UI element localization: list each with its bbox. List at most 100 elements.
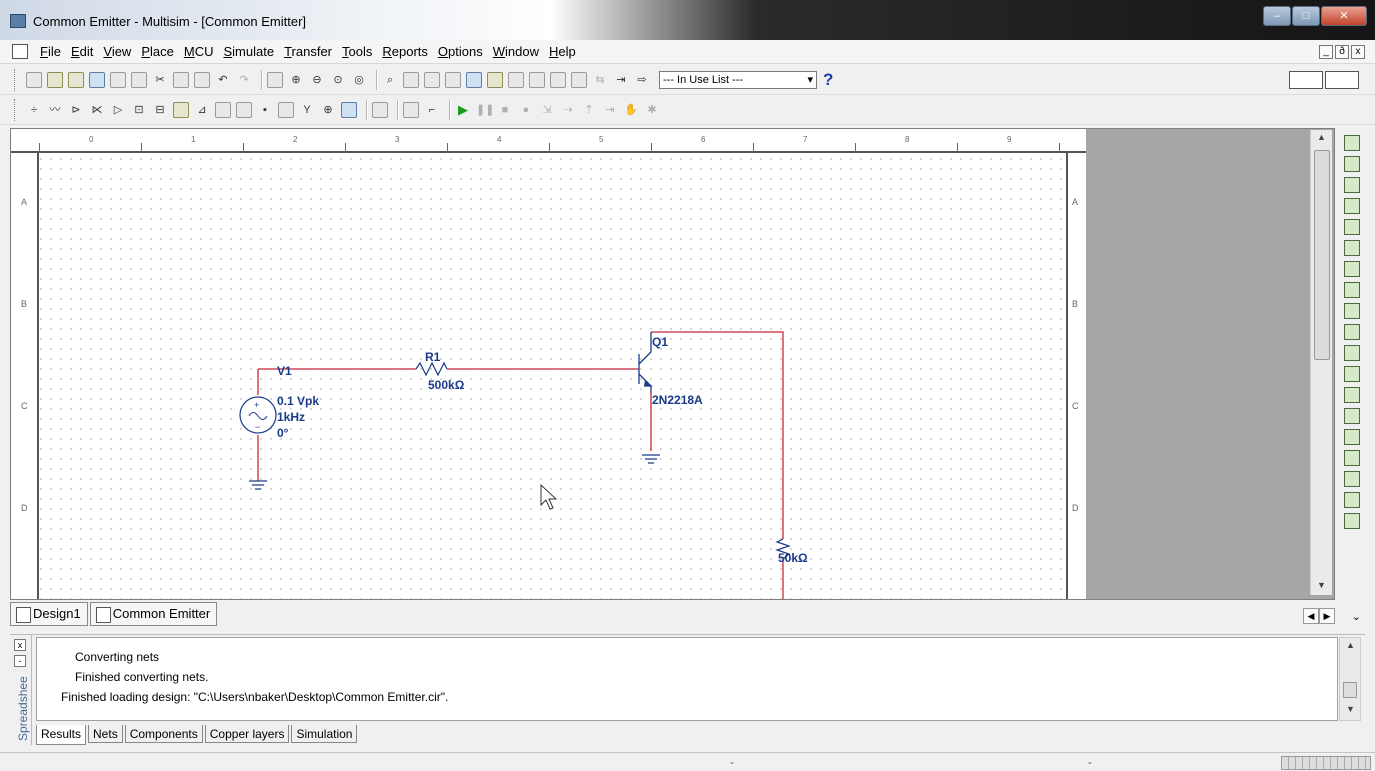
- tab-simulation[interactable]: Simulation: [291, 725, 358, 743]
- toggle-breakpoint-icon[interactable]: ✋: [623, 102, 639, 118]
- menu-mcu[interactable]: MCU: [184, 44, 214, 59]
- word-generator-icon[interactable]: [1344, 282, 1360, 298]
- wire-q1-collector[interactable]: [651, 331, 784, 539]
- logic-converter-icon[interactable]: [1344, 324, 1360, 340]
- agilent-multimeter-icon[interactable]: [1344, 450, 1360, 466]
- run-to-cursor-icon[interactable]: ⇥: [602, 102, 618, 118]
- v1-label[interactable]: V1: [277, 364, 292, 378]
- print-preview-icon[interactable]: [131, 72, 147, 88]
- menu-view[interactable]: View: [103, 44, 131, 59]
- resize-grip[interactable]: [1281, 756, 1371, 770]
- place-electromechanical-icon[interactable]: ⊕: [320, 102, 336, 118]
- logic-analyzer-icon[interactable]: [1344, 303, 1360, 319]
- tektronix-oscilloscope-icon[interactable]: [1344, 492, 1360, 508]
- redo-icon[interactable]: ↷: [236, 72, 252, 88]
- database-manager-icon[interactable]: [466, 72, 482, 88]
- function-generator-icon[interactable]: [1344, 156, 1360, 172]
- place-cmos-icon[interactable]: ⊟: [152, 102, 168, 118]
- open-sample-icon[interactable]: [68, 72, 84, 88]
- menu-file[interactable]: File: [40, 44, 61, 59]
- run-simulation-icon[interactable]: ▶: [455, 102, 471, 118]
- place-analog-icon[interactable]: ▷: [110, 102, 126, 118]
- place-source-icon[interactable]: ÷: [26, 102, 42, 118]
- distortion-analyzer-icon[interactable]: [1344, 366, 1360, 382]
- pin-icon[interactable]: -: [14, 655, 26, 667]
- document-icon[interactable]: [12, 44, 28, 59]
- ground-icon[interactable]: [249, 480, 267, 490]
- place-indicator-icon[interactable]: [215, 102, 231, 118]
- oscilloscope-icon[interactable]: [1344, 198, 1360, 214]
- spectrum-analyzer-icon[interactable]: [1344, 387, 1360, 403]
- search-icon[interactable]: ⌕: [382, 72, 398, 88]
- place-bus-icon[interactable]: [403, 102, 419, 118]
- erc-icon[interactable]: [550, 72, 566, 88]
- iv-analyzer-icon[interactable]: [1344, 345, 1360, 361]
- minimize-button[interactable]: –: [1263, 6, 1291, 26]
- mdi-close-button[interactable]: x: [1351, 45, 1365, 59]
- bode-plotter-icon[interactable]: [1344, 240, 1360, 256]
- place-hierarchical-block-icon[interactable]: [372, 102, 388, 118]
- capture-screen-icon[interactable]: [571, 72, 587, 88]
- scroll-down-icon[interactable]: ▼: [1317, 580, 1326, 590]
- r2-value-label[interactable]: 50kΩ: [778, 551, 808, 565]
- mdi-minimize-button[interactable]: _: [1319, 45, 1333, 59]
- place-basic-icon[interactable]: 〰: [47, 102, 63, 118]
- menu-tools[interactable]: Tools: [342, 44, 372, 59]
- scrollbar-thumb[interactable]: [1343, 682, 1357, 698]
- step-over-icon[interactable]: ⇢: [560, 102, 576, 118]
- menu-place[interactable]: Place: [141, 44, 174, 59]
- zoom-in-icon[interactable]: ⊕: [288, 72, 304, 88]
- save-icon[interactable]: [89, 72, 105, 88]
- design-toolbox-icon[interactable]: [403, 72, 419, 88]
- place-diode-icon[interactable]: ⊳: [68, 102, 84, 118]
- tab-components[interactable]: Components: [124, 725, 203, 743]
- postprocessor-icon[interactable]: [487, 72, 503, 88]
- menu-transfer[interactable]: Transfer: [284, 44, 332, 59]
- grid-icon[interactable]: [445, 72, 461, 88]
- tab-design1[interactable]: Design1: [10, 602, 88, 626]
- print-icon[interactable]: [110, 72, 126, 88]
- remove-breakpoints-icon[interactable]: ✱: [644, 102, 660, 118]
- probe-settings-icon[interactable]: [1325, 71, 1359, 89]
- new-file-icon[interactable]: [26, 72, 42, 88]
- four-channel-oscilloscope-icon[interactable]: [1344, 219, 1360, 235]
- wattmeter-icon[interactable]: [1344, 177, 1360, 193]
- zoom-out-icon[interactable]: ⊖: [309, 72, 325, 88]
- scroll-up-icon[interactable]: ▲: [1317, 132, 1326, 142]
- v1-amplitude-label[interactable]: 0.1 Vpk: [277, 394, 319, 408]
- chevron-down-icon[interactable]: ⌄: [1352, 610, 1361, 623]
- r1-value-label[interactable]: 500kΩ: [428, 378, 465, 392]
- frequency-counter-icon[interactable]: [1344, 261, 1360, 277]
- forward-annotate-icon[interactable]: ⇥: [613, 72, 629, 88]
- place-advanced-peripherals-icon[interactable]: [278, 102, 294, 118]
- open-folder-icon[interactable]: [47, 72, 63, 88]
- paste-icon[interactable]: [194, 72, 210, 88]
- tab-scroll-right-icon[interactable]: ▶: [1319, 608, 1335, 624]
- place-mcu-icon[interactable]: [341, 102, 357, 118]
- results-scrollbar[interactable]: ▲ ▼: [1339, 637, 1361, 721]
- in-use-list-dropdown[interactable]: --- In Use List ---: [659, 71, 817, 89]
- workspace-vertical-scrollbar[interactable]: ▲ ▼: [1310, 130, 1332, 595]
- results-panel[interactable]: Converting nets Finished converting nets…: [36, 637, 1361, 721]
- menu-edit[interactable]: Edit: [71, 44, 93, 59]
- cut-icon[interactable]: ✂: [152, 72, 168, 88]
- close-button[interactable]: ✕: [1321, 6, 1367, 26]
- undo-icon[interactable]: ↶: [215, 72, 231, 88]
- grapher-icon[interactable]: [508, 72, 524, 88]
- zoom-fit-icon[interactable]: ◎: [351, 72, 367, 88]
- menu-help[interactable]: Help: [549, 44, 576, 59]
- spreadsheet-view-icon[interactable]: [424, 72, 440, 88]
- maximize-button[interactable]: □: [1292, 6, 1320, 26]
- scrollbar-thumb[interactable]: [1314, 150, 1330, 360]
- toolbar-grip[interactable]: [14, 69, 17, 91]
- place-rf-icon[interactable]: Y: [299, 102, 315, 118]
- r1-label[interactable]: R1: [425, 350, 441, 364]
- stop-simulation-icon[interactable]: ■: [497, 102, 513, 118]
- step-out-icon[interactable]: ⇡: [581, 102, 597, 118]
- breadboard-icon[interactable]: [529, 72, 545, 88]
- probe-toggle-icon[interactable]: [1289, 71, 1323, 89]
- tab-scroll-left-icon[interactable]: ◀: [1303, 608, 1319, 624]
- transfer-icon[interactable]: ⇨: [634, 72, 650, 88]
- v1-frequency-label[interactable]: 1kHz: [277, 410, 305, 424]
- measurement-probe-icon[interactable]: [1344, 513, 1360, 529]
